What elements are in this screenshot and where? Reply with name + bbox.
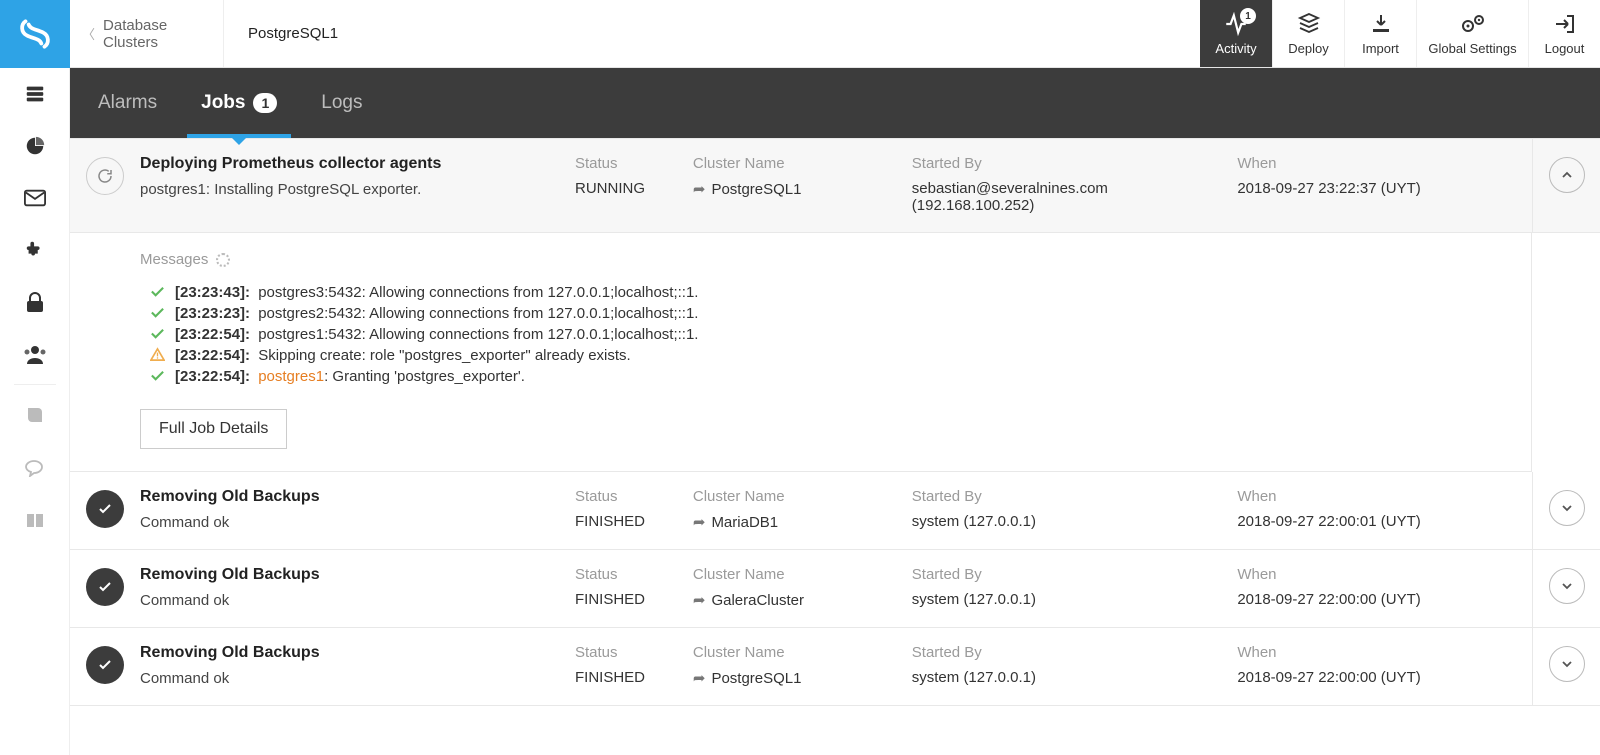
refresh-icon [86,157,124,195]
check-icon [86,646,124,684]
deploy-icon [1297,11,1321,37]
jobs-count: 1 [253,93,277,113]
job-row: Removing Old BackupsCommand ok StatusFIN… [70,472,1600,550]
nav-piechart-icon[interactable] [0,120,70,172]
nav-docs-icon[interactable] [0,389,70,441]
nav-puzzle-icon[interactable] [0,224,70,276]
job-title: Deploying Prometheus collector agents [140,155,575,173]
warning-icon [150,347,165,366]
activity-badge: 1 [1240,8,1256,24]
share-icon: ➦ [693,180,706,198]
log-message: [23:22:54]: postgres1: Granting 'postgre… [150,368,1531,387]
import-icon [1369,11,1393,37]
job-row: Deploying Prometheus collector agents po… [70,138,1600,233]
breadcrumb-back: Database Clusters [103,17,223,51]
check-icon [150,284,165,303]
nav-servers-icon[interactable] [0,68,70,120]
leftbar [0,0,70,755]
gears-icon [1459,11,1487,37]
collapse-button[interactable] [1549,157,1585,193]
cluster-link[interactable]: ➦MariaDB1 [693,513,778,531]
nav-gift-icon[interactable] [0,493,70,545]
expand-button[interactable] [1549,646,1585,682]
log-message: [23:23:23]: postgres2:5432: Allowing con… [150,305,1531,324]
expand-button[interactable] [1549,490,1585,526]
share-icon: ➦ [693,513,706,531]
action-global-settings[interactable]: Global Settings [1416,0,1528,67]
check-icon [150,326,165,345]
log-message: [23:22:54]: Skipping create: role "postg… [150,347,1531,366]
cluster-link[interactable]: ➦PostgreSQL1 [693,669,802,687]
nav-users-icon[interactable] [0,328,70,380]
job-subtitle: postgres1: Installing PostgreSQL exporte… [140,181,575,198]
page-title: PostgreSQL1 [224,0,1200,67]
action-deploy[interactable]: Deploy [1272,0,1344,67]
check-icon [86,490,124,528]
share-icon: ➦ [693,669,706,687]
cluster-link[interactable]: ➦PostgreSQL1 [693,180,802,198]
tabbar: Alarms Jobs 1 Logs [70,68,1600,138]
action-activity[interactable]: 1 Activity [1200,0,1272,67]
check-icon [150,305,165,324]
tab-logs[interactable]: Logs [321,68,362,138]
loading-spinner-icon [216,253,230,267]
expand-button[interactable] [1549,568,1585,604]
job-messages-panel: Messages [23:23:43]: postgres3:5432: All… [70,233,1532,472]
full-job-details-button[interactable]: Full Job Details [140,409,287,449]
check-icon [86,568,124,606]
logout-icon [1553,11,1577,37]
nav-lock-icon[interactable] [0,276,70,328]
topbar: 〈 Database Clusters PostgreSQL1 1 Activi… [70,0,1600,68]
breadcrumb[interactable]: 〈 Database Clusters [70,0,224,67]
action-logout[interactable]: Logout [1528,0,1600,67]
job-row: Removing Old BackupsCommand ok StatusFIN… [70,550,1600,628]
nav-mail-icon[interactable] [0,172,70,224]
cluster-link[interactable]: ➦GaleraCluster [693,591,804,609]
tab-jobs[interactable]: Jobs 1 [201,68,277,138]
nav-chat-icon[interactable] [0,441,70,493]
action-import[interactable]: Import [1344,0,1416,67]
share-icon: ➦ [693,591,706,609]
job-status: RUNNING [575,180,693,197]
logo-icon[interactable] [0,0,70,68]
chevron-left-icon: 〈 [82,24,95,43]
log-message: [23:22:54]: postgres1:5432: Allowing con… [150,326,1531,345]
log-message: [23:23:43]: postgres3:5432: Allowing con… [150,284,1531,303]
job-row: Removing Old BackupsCommand ok StatusFIN… [70,628,1600,706]
tab-alarms[interactable]: Alarms [98,68,157,138]
check-icon [150,368,165,387]
